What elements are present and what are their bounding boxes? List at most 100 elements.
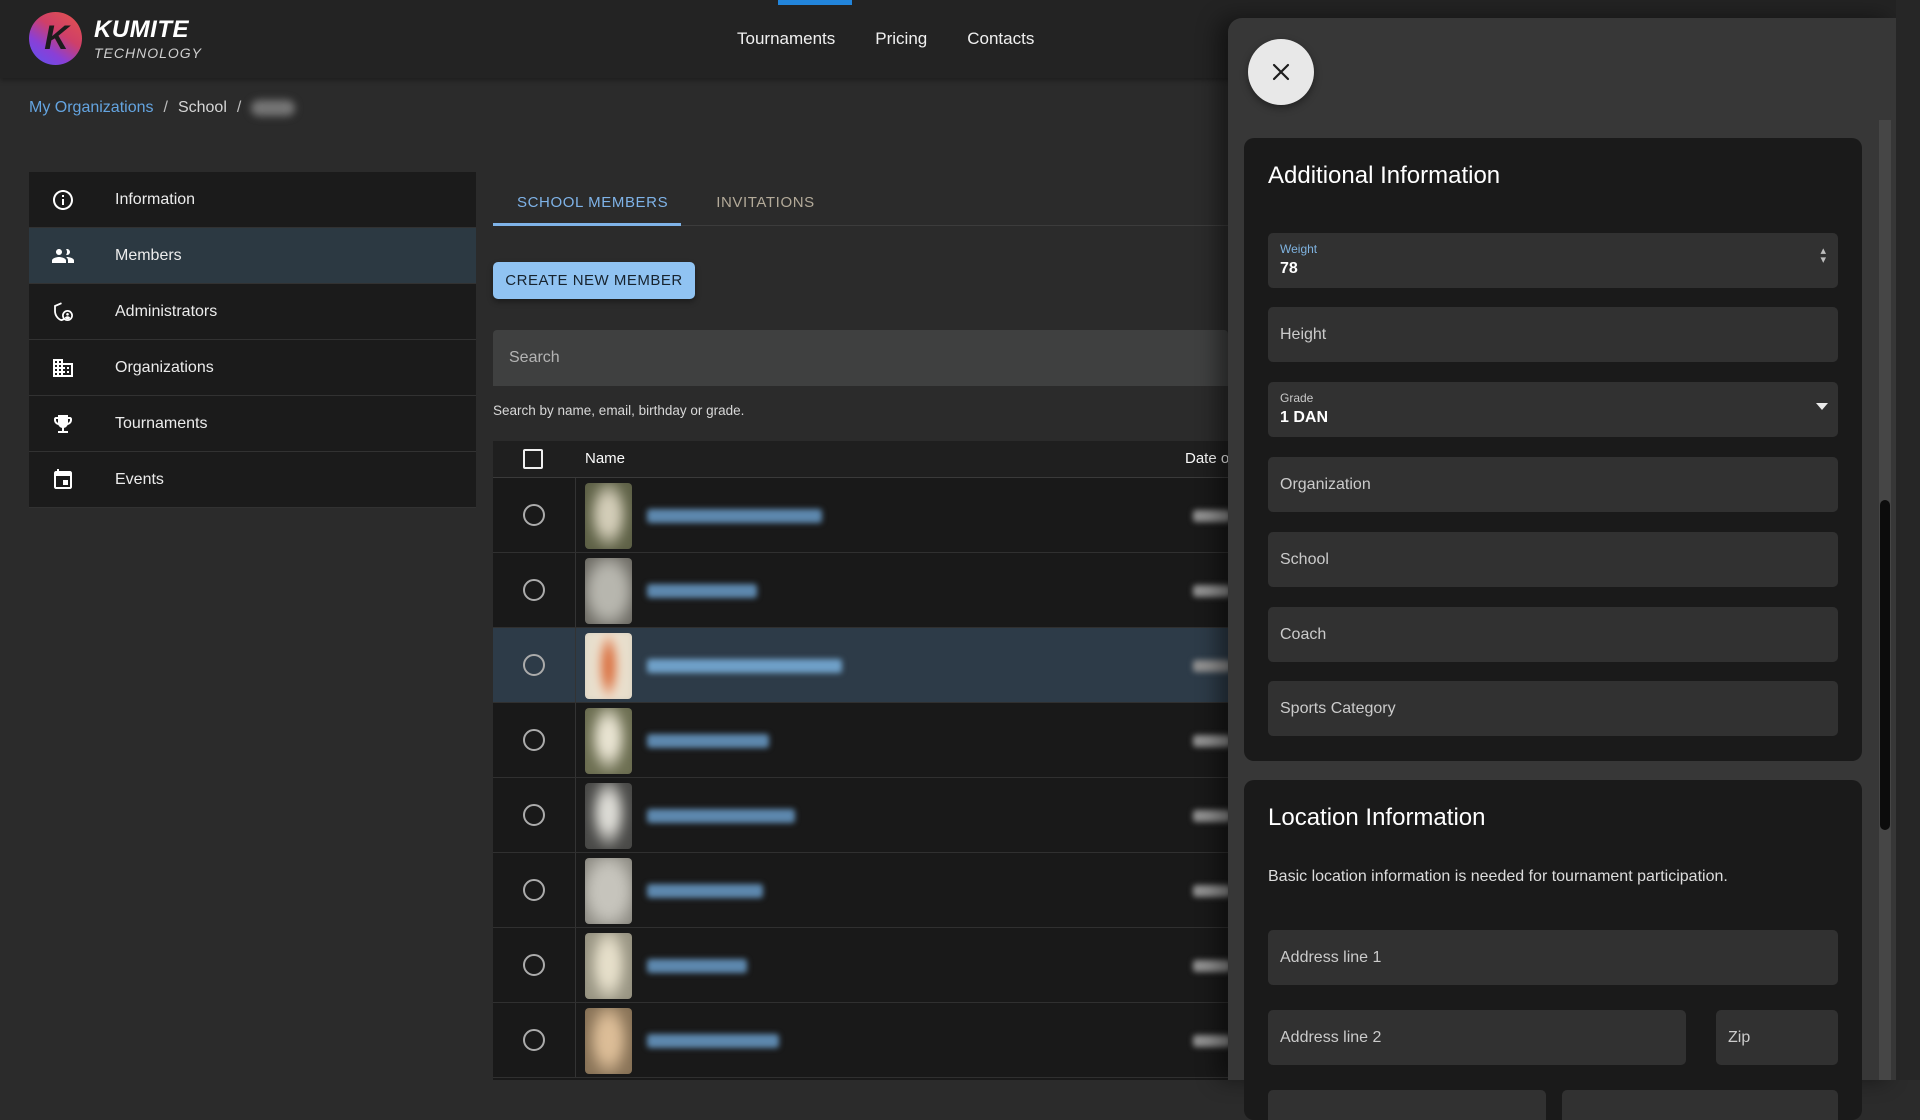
trophy-icon <box>51 412 75 436</box>
calendar-icon <box>51 468 75 492</box>
member-name-redacted[interactable] <box>647 809 795 823</box>
row-radio[interactable] <box>523 879 545 901</box>
search-helper-text: Search by name, email, birthday or grade… <box>493 403 744 418</box>
weight-field[interactable]: Weight 78 ▴▾ <box>1268 233 1838 288</box>
number-stepper-icon[interactable]: ▴▾ <box>1820 247 1826 266</box>
member-name-redacted[interactable] <box>647 659 842 673</box>
member-avatar <box>585 1008 632 1074</box>
sidebar-item-label: Organizations <box>115 359 214 377</box>
weight-value[interactable]: 78 <box>1280 260 1298 278</box>
member-date-redacted <box>1193 885 1228 897</box>
breadcrumb-current-redacted <box>251 100 295 116</box>
row-radio[interactable] <box>523 654 545 676</box>
partially-visible-field[interactable] <box>1562 1090 1838 1120</box>
table-row[interactable] <box>493 703 1228 778</box>
row-radio[interactable] <box>523 729 545 751</box>
table-row-selected[interactable] <box>493 628 1228 703</box>
member-name-redacted[interactable] <box>647 584 757 598</box>
grade-label: Grade <box>1280 391 1313 405</box>
nav-tournaments[interactable]: Tournaments <box>737 29 835 49</box>
logo-icon: K <box>29 12 82 65</box>
breadcrumb-my-organizations[interactable]: My Organizations <box>29 99 154 117</box>
organization-field[interactable]: Organization <box>1268 457 1838 512</box>
school-label: School <box>1280 551 1329 569</box>
table-row[interactable] <box>493 928 1228 1003</box>
logo-text: KUMITE TECHNOLOGY <box>94 16 202 61</box>
sidebar-item-label: Members <box>115 247 182 265</box>
member-avatar <box>585 858 632 924</box>
address-line-1-label: Address line 1 <box>1280 949 1381 967</box>
grade-select[interactable]: Grade 1 DAN <box>1268 382 1838 437</box>
top-active-indicator <box>778 0 852 5</box>
nav-contacts[interactable]: Contacts <box>967 29 1034 49</box>
zip-field[interactable]: Zip <box>1716 1010 1838 1065</box>
row-radio[interactable] <box>523 804 545 826</box>
row-radio[interactable] <box>523 579 545 601</box>
logo-letter: K <box>44 19 69 58</box>
sidebar-item-organizations[interactable]: Organizations <box>29 340 476 396</box>
member-date-redacted <box>1193 960 1228 972</box>
table-row[interactable] <box>493 778 1228 853</box>
nav-pricing[interactable]: Pricing <box>875 29 927 49</box>
sports-category-field[interactable]: Sports Category <box>1268 681 1838 736</box>
create-new-member-button[interactable]: CREATE NEW MEMBER <box>493 262 695 299</box>
sidebar-item-information[interactable]: Information <box>29 172 476 228</box>
column-header-date[interactable]: Date o <box>1185 450 1228 467</box>
column-header-name[interactable]: Name <box>585 450 625 467</box>
logo[interactable]: K KUMITE TECHNOLOGY <box>29 12 202 65</box>
organization-label: Organization <box>1280 476 1371 494</box>
sidebar-item-tournaments[interactable]: Tournaments <box>29 396 476 452</box>
sidebar-item-events[interactable]: Events <box>29 452 476 508</box>
sidebar-item-label: Events <box>115 471 164 489</box>
row-radio[interactable] <box>523 504 545 526</box>
table-row[interactable] <box>493 478 1228 553</box>
location-information-card: Location Information Basic location info… <box>1244 780 1862 1120</box>
member-name-redacted[interactable] <box>647 884 763 898</box>
partially-visible-field[interactable] <box>1268 1090 1546 1120</box>
row-radio[interactable] <box>523 954 545 976</box>
row-radio[interactable] <box>523 1029 545 1051</box>
breadcrumb-school[interactable]: School <box>178 99 227 117</box>
coach-field[interactable]: Coach <box>1268 607 1838 662</box>
member-name-redacted[interactable] <box>647 734 769 748</box>
member-date-redacted <box>1193 585 1228 597</box>
drawer-close-button[interactable] <box>1248 39 1314 105</box>
member-detail-drawer: Additional Information Weight 78 ▴▾ Heig… <box>1228 18 1896 1080</box>
breadcrumb: My Organizations / School / <box>29 99 295 117</box>
sidebar-item-label: Information <box>115 191 195 209</box>
table-row[interactable] <box>493 1003 1228 1078</box>
tab-school-members[interactable]: SCHOOL MEMBERS <box>493 180 692 225</box>
member-avatar <box>585 933 632 999</box>
member-avatar <box>585 783 632 849</box>
table-row[interactable] <box>493 853 1228 928</box>
height-label: Height <box>1280 326 1326 344</box>
member-name-redacted[interactable] <box>647 1034 779 1048</box>
member-date-redacted <box>1193 660 1228 672</box>
school-field[interactable]: School <box>1268 532 1838 587</box>
additional-information-card: Additional Information Weight 78 ▴▾ Heig… <box>1244 138 1862 761</box>
address-line-2-field[interactable]: Address line 2 <box>1268 1010 1686 1065</box>
height-field[interactable]: Height <box>1268 307 1838 362</box>
drawer-scrollbar-track[interactable] <box>1879 120 1891 1080</box>
member-date-redacted <box>1193 510 1228 522</box>
search-input[interactable] <box>493 330 1228 386</box>
member-name-redacted[interactable] <box>647 959 747 973</box>
members-icon <box>51 244 75 268</box>
table-row[interactable] <box>493 553 1228 628</box>
member-name-redacted[interactable] <box>647 509 822 523</box>
close-icon <box>1269 60 1293 84</box>
dropdown-caret-icon[interactable] <box>1816 403 1828 410</box>
address-line-1-field[interactable]: Address line 1 <box>1268 930 1838 985</box>
table-header-row: Name Date o <box>493 441 1228 478</box>
select-all-checkbox[interactable] <box>523 449 543 469</box>
sidebar-item-label: Administrators <box>115 303 217 321</box>
members-table: Name Date o <box>493 441 1228 1080</box>
sidebar-item-members[interactable]: Members <box>29 228 476 284</box>
drawer-scrollbar-thumb[interactable] <box>1880 500 1890 830</box>
logo-line1: KUMITE <box>94 16 202 44</box>
grade-value[interactable]: 1 DAN <box>1280 409 1328 427</box>
member-avatar <box>585 483 632 549</box>
sidebar-item-administrators[interactable]: Administrators <box>29 284 476 340</box>
tab-invitations[interactable]: INVITATIONS <box>692 180 839 225</box>
additional-information-title: Additional Information <box>1268 162 1500 190</box>
